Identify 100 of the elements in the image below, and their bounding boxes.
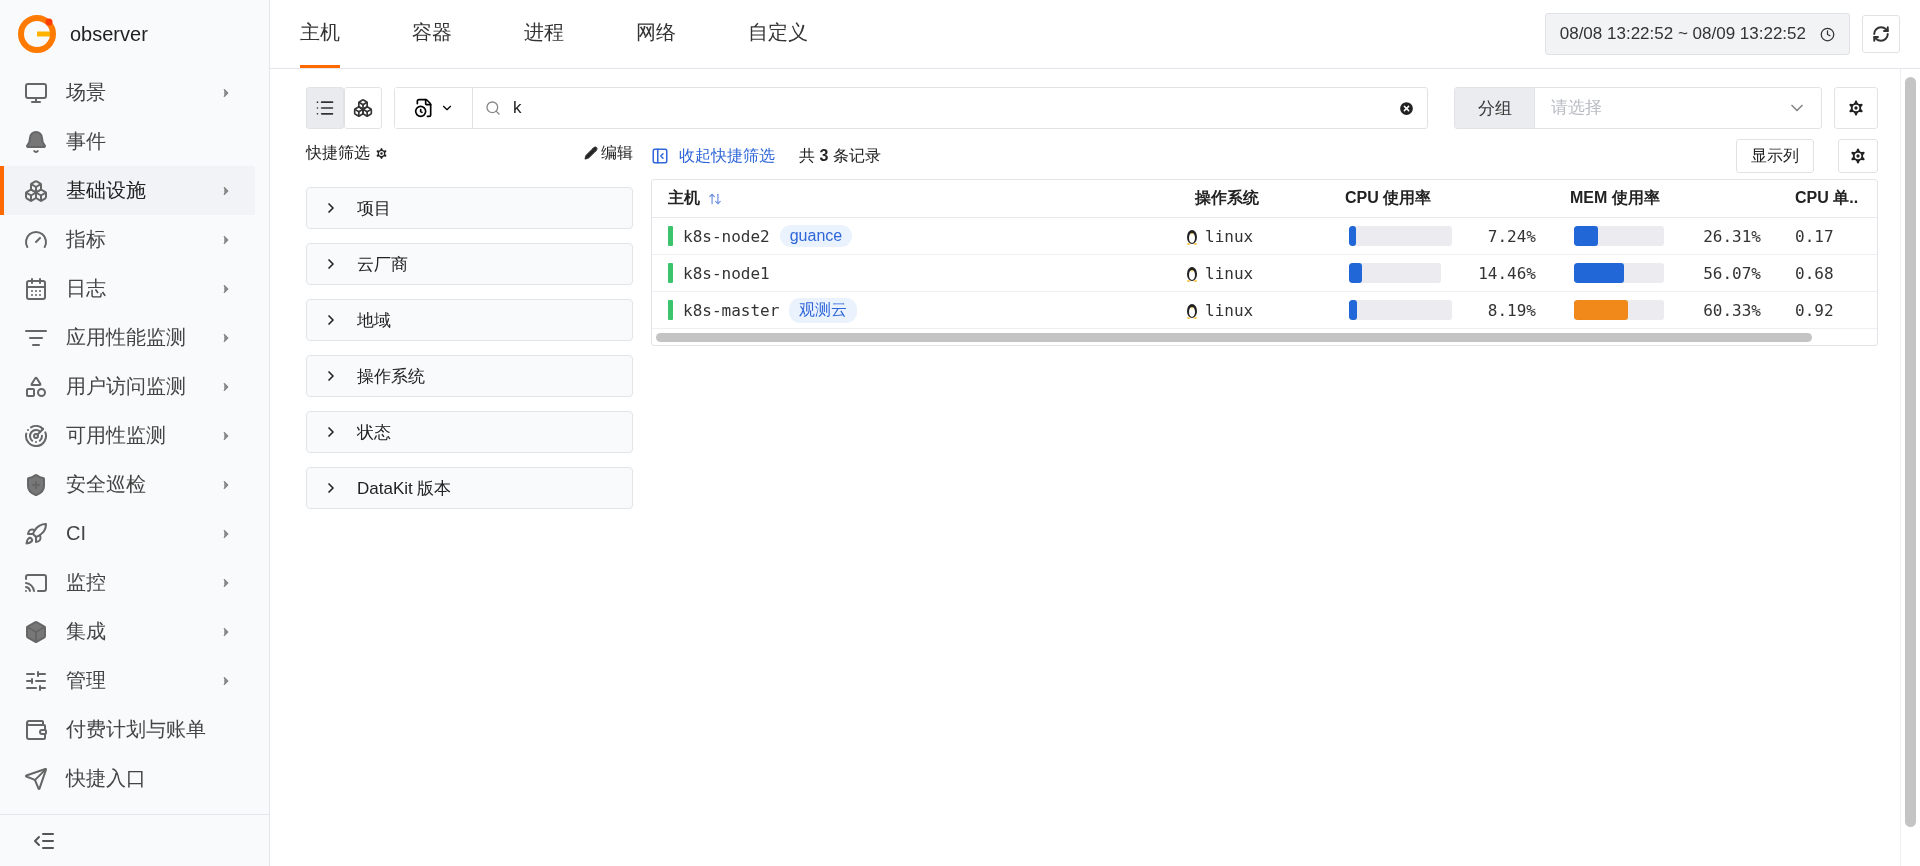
cube-icon	[24, 619, 48, 644]
show-columns-button[interactable]: 显示列	[1736, 139, 1814, 173]
sliders-icon	[24, 668, 48, 693]
host-name: k8s-master	[683, 300, 780, 320]
source-picker[interactable]	[395, 88, 473, 128]
usage-reading: 60.33%	[1703, 300, 1761, 320]
collapse-panel-icon[interactable]	[651, 147, 669, 165]
sidebar-item[interactable]: 应用性能监测	[0, 313, 255, 362]
scrollbar[interactable]	[1905, 77, 1916, 827]
filter-section[interactable]: 操作系统	[306, 355, 633, 397]
host-name: k8s-node1	[683, 263, 770, 283]
cpu-load: 0.17	[1794, 226, 1835, 246]
logo-icon	[18, 15, 56, 53]
clock-icon	[1820, 26, 1835, 42]
group-label: 分组	[1455, 88, 1535, 128]
sidebar-item[interactable]: 安全巡检	[0, 460, 255, 509]
sidebar-item[interactable]: 可用性监测	[0, 411, 255, 460]
usage-reading: 56.07%	[1703, 263, 1761, 283]
column-header[interactable]: 操作系统	[1185, 188, 1335, 209]
filter-section[interactable]: 状态	[306, 411, 633, 453]
table-settings-button[interactable]	[1838, 139, 1878, 173]
shield-icon	[24, 472, 48, 497]
collapse-filter-link[interactable]: 收起快捷筛选	[679, 145, 775, 167]
sidebar-item[interactable]: CI	[0, 509, 255, 558]
os-name: linux	[1205, 226, 1254, 246]
search-icon	[485, 100, 501, 116]
time-range-picker[interactable]: 08/08 13:22:52 ~ 08/09 13:22:52	[1544, 13, 1850, 55]
column-header[interactable]: MEM 使用率	[1560, 188, 1785, 209]
calendar-icon	[24, 276, 48, 301]
filter-section[interactable]: DataKit 版本	[306, 467, 633, 509]
sidebar-item[interactable]: 日志	[0, 264, 255, 313]
sidebar-item[interactable]: 付费计划与账单	[0, 705, 255, 754]
host-tag: guance	[779, 225, 853, 247]
table-row[interactable]: k8s-node1 linux 14.46% 56.07% 0.68	[652, 255, 1877, 292]
column-header[interactable]: CPU 单..	[1785, 188, 1877, 209]
rocket-icon	[24, 521, 48, 546]
sidebar-item[interactable]: 监控	[0, 558, 255, 607]
scrollbar[interactable]	[656, 332, 1813, 342]
hexagons-icon	[353, 98, 373, 118]
status-bar	[668, 263, 673, 283]
shapes-icon	[24, 374, 48, 399]
status-bar	[668, 300, 673, 320]
status-bar	[668, 226, 673, 246]
clear-icon[interactable]	[1398, 99, 1415, 117]
sidebar-item[interactable]: 管理	[0, 656, 255, 705]
table-row[interactable]: k8s-master 观测云 linux 8.19% 60.33% 0.92	[652, 292, 1877, 329]
settings-icon[interactable]	[374, 145, 389, 161]
sidebar-item[interactable]: 基础设施	[0, 166, 255, 215]
hex-view-button[interactable]	[344, 87, 382, 129]
penguin-icon	[1185, 227, 1199, 245]
filter-section[interactable]: 项目	[306, 187, 633, 229]
sidebar-item[interactable]: 事件	[0, 117, 255, 166]
os-name: linux	[1205, 263, 1254, 283]
table-row[interactable]: k8s-node2 guance linux 7.24% 26.31% 0.17	[652, 218, 1877, 255]
column-header[interactable]: 主机	[652, 188, 1185, 209]
search-field[interactable]: k	[511, 97, 1388, 119]
sort-icon[interactable]	[708, 191, 722, 206]
cpu-load: 0.92	[1794, 300, 1835, 320]
sidebar-item[interactable]: 场景	[0, 68, 255, 117]
host-name: k8s-node2	[683, 226, 770, 246]
usage-reading: 26.31%	[1703, 226, 1761, 246]
settings-icon	[1848, 146, 1868, 166]
quick-filter-title: 快捷筛选	[306, 142, 370, 163]
sidebar-item[interactable]: 快捷入口	[0, 754, 255, 803]
cpu-load: 0.68	[1794, 263, 1835, 283]
refresh-icon	[1872, 25, 1890, 43]
pencil-icon[interactable]	[584, 146, 598, 160]
refresh-button[interactable]	[1862, 15, 1900, 53]
hexagons-icon	[24, 178, 48, 203]
sidebar-item[interactable]: 集成	[0, 607, 255, 656]
group-select[interactable]: 分组 请选择	[1454, 87, 1822, 129]
filter-section[interactable]: 地域	[306, 299, 633, 341]
tab[interactable]: 进程	[524, 0, 564, 68]
document-clock-icon	[413, 98, 434, 118]
tab[interactable]: 容器	[412, 0, 452, 68]
list-icon	[315, 98, 335, 118]
monitor-icon	[24, 80, 48, 105]
sidebar-item[interactable]: 指标	[0, 215, 255, 264]
paper-plane-icon	[24, 766, 48, 791]
settings-button[interactable]	[1834, 87, 1878, 129]
tab[interactable]: 网络	[636, 0, 676, 68]
brand-name: observer	[70, 22, 148, 46]
tab[interactable]: 主机	[300, 0, 340, 68]
host-tag: 观测云	[789, 297, 858, 323]
group-select-field[interactable]: 请选择	[1549, 97, 1787, 119]
usage-reading: 14.46%	[1478, 263, 1536, 283]
usage-reading: 7.24%	[1487, 226, 1536, 246]
settings-icon	[1846, 98, 1866, 118]
sidebar-item[interactable]: 用户访问监测	[0, 362, 255, 411]
wallet-icon	[24, 717, 48, 742]
tab[interactable]: 自定义	[748, 0, 808, 68]
search-bar[interactable]: k	[394, 87, 1428, 129]
bell-icon	[24, 129, 48, 154]
column-header[interactable]: CPU 使用率	[1335, 188, 1560, 209]
list-view-button[interactable]	[306, 87, 344, 129]
filter-section[interactable]: 云厂商	[306, 243, 633, 285]
os-name: linux	[1205, 300, 1254, 320]
edit-link[interactable]: 编辑	[601, 142, 633, 164]
penguin-icon	[1185, 264, 1199, 282]
record-count: 共 3 条记录	[799, 145, 881, 166]
